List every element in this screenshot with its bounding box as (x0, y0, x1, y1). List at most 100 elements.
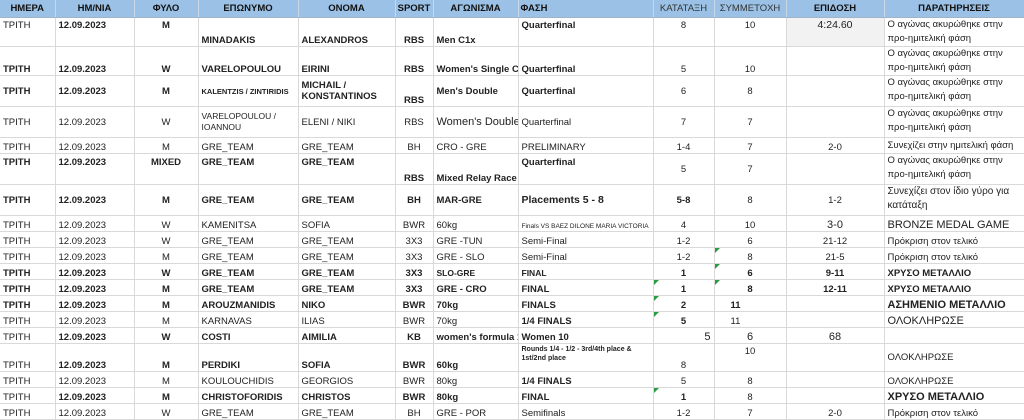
cell-surname[interactable]: KOULOUCHIDIS (198, 371, 299, 388)
cell-surname[interactable]: VARELOPOULOU (198, 46, 299, 76)
cell-surname[interactable]: PERDIKI (198, 343, 299, 372)
cell-event[interactable]: SLO-GRE (433, 263, 519, 280)
cell-notes[interactable]: ΟΛΟΚΛΗΡΩΣΕ (884, 311, 1024, 328)
table-row[interactable]: ΤΡΙΤΗ 12.09.2023 M AROUZMANIDIS NIKO BWR… (0, 295, 1024, 312)
cell-notes[interactable]: BRONZE MEDAL GAME (884, 215, 1024, 232)
cell-performance[interactable]: 4:24.60 (786, 17, 885, 47)
cell-participation[interactable]: 7 (714, 403, 787, 420)
cell-notes[interactable]: Ο αγώνας ακυρώθηκε στην προ-ημιτελική φά… (884, 17, 1024, 47)
cell-phase[interactable]: FINAL (518, 263, 654, 280)
comment-marker[interactable] (653, 280, 659, 285)
table-row[interactable]: ΤΡΙΤΗ 12.09.2023 M GRE_TEAM GRE_TEAM 3X3… (0, 279, 1024, 296)
cell-sport[interactable]: BH (395, 403, 434, 420)
cell-day[interactable]: ΤΡΙΤΗ (0, 343, 56, 372)
cell-notes[interactable]: Ο αγώνας ακυρώθηκε στην προ-ημιτελική φά… (884, 46, 1024, 76)
cell-day[interactable]: ΤΡΙΤΗ (0, 279, 56, 296)
cell-phase[interactable]: Placements 5 - 8 (518, 184, 654, 216)
cell-name[interactable]: MICHAIL / KONSTANTINOS (298, 75, 396, 107)
cell-surname[interactable]: GRE_TEAM (198, 137, 299, 154)
cell-gender[interactable]: M (134, 387, 199, 404)
cell-name[interactable]: EIRINI (298, 46, 396, 76)
cell-sport[interactable]: BWR (395, 387, 434, 404)
cell-sport[interactable]: RBS (395, 153, 434, 185)
cell-surname[interactable]: GRE_TEAM (198, 231, 299, 248)
cell-event[interactable]: GRE -TUN (433, 231, 519, 248)
table-row[interactable]: ΤΡΙΤΗ 12.09.2023 M GRE_TEAM GRE_TEAM BH … (0, 137, 1024, 154)
cell-participation[interactable]: 7 (714, 153, 787, 185)
cell-date[interactable]: 12.09.2023 (55, 17, 135, 47)
cell-performance[interactable]: 2-0 (786, 137, 885, 154)
table-row[interactable]: ΤΡΙΤΗ 12.09.2023 W VARELOPOULOU / IOANNO… (0, 106, 1024, 138)
cell-notes[interactable]: Συνεχίζει στον ίδιο γύρο για κατάταξη (884, 184, 1024, 216)
cell-day[interactable]: ΤΡΙΤΗ (0, 46, 56, 76)
cell-day[interactable]: ΤΡΙΤΗ (0, 403, 56, 420)
cell-performance[interactable]: 21-5 (786, 247, 885, 264)
cell-gender[interactable]: W (134, 231, 199, 248)
cell-performance[interactable]: 9-11 (786, 263, 885, 280)
cell-participation[interactable]: 6 (714, 263, 787, 280)
cell-rank[interactable]: 5 (653, 327, 715, 344)
cell-gender[interactable]: M (134, 279, 199, 296)
cell-date[interactable]: 12.09.2023 (55, 46, 135, 76)
table-row[interactable]: ΤΡΙΤΗ 12.09.2023 MIXED GRE_TEAM GRE_TEAM… (0, 153, 1024, 185)
cell-notes[interactable]: Πρόκριση στον τελικό (884, 403, 1024, 420)
cell-participation[interactable]: 8 (714, 387, 787, 404)
table-row[interactable]: ΤΡΙΤΗ 12.09.2023 M GRE_TEAM GRE_TEAM 3X3… (0, 247, 1024, 264)
cell-surname[interactable]: GRE_TEAM (198, 247, 299, 264)
cell-sport[interactable]: 3X3 (395, 231, 434, 248)
cell-participation[interactable]: 6 (714, 231, 787, 248)
cell-event[interactable]: 70kg (433, 295, 519, 312)
cell-name[interactable]: GRE_TEAM (298, 184, 396, 216)
cell-date[interactable]: 12.09.2023 (55, 263, 135, 280)
cell-day[interactable]: ΤΡΙΤΗ (0, 17, 56, 47)
cell-rank[interactable]: 5 (653, 371, 715, 388)
cell-notes[interactable]: Πρόκριση στον τελικό (884, 231, 1024, 248)
comment-marker[interactable] (714, 248, 720, 253)
cell-event[interactable]: 60kg (433, 343, 519, 372)
cell-notes[interactable]: Ο αγώνας ακυρώθηκε στην προ-ημιτελική φά… (884, 106, 1024, 138)
cell-sport[interactable]: BWR (395, 295, 434, 312)
cell-participation[interactable]: 7 (714, 137, 787, 154)
cell-event[interactable]: 80kg (433, 371, 519, 388)
cell-name[interactable]: GRE_TEAM (298, 403, 396, 420)
cell-notes[interactable]: ΧΡΥΣΟ ΜΕΤΑΛΛΙΟ (884, 263, 1024, 280)
cell-surname[interactable]: COSTI (198, 327, 299, 344)
cell-performance[interactable]: 3-0 (786, 215, 885, 232)
cell-rank[interactable]: 4 (653, 215, 715, 232)
cell-phase[interactable]: Quarterfinal (518, 153, 654, 185)
cell-event[interactable]: 80kg (433, 387, 519, 404)
cell-rank[interactable]: 6 (653, 75, 715, 107)
cell-event[interactable]: Women's Double (433, 106, 519, 138)
cell-event[interactable]: women's formula 1 (433, 327, 519, 344)
cell-day[interactable]: ΤΡΙΤΗ (0, 106, 56, 138)
cell-date[interactable]: 12.09.2023 (55, 327, 135, 344)
header-surname[interactable]: ΕΠΩΝΥΜΟ (198, 0, 299, 18)
cell-date[interactable]: 12.09.2023 (55, 75, 135, 107)
cell-day[interactable]: ΤΡΙΤΗ (0, 387, 56, 404)
table-row[interactable]: ΤΡΙΤΗ 12.09.2023 M CHRISTOFORIDIS CHRIST… (0, 387, 1024, 404)
cell-gender[interactable]: W (134, 106, 199, 138)
cell-notes[interactable]: ΟΛΟΚΛΗΡΩΣΕ (884, 343, 1024, 372)
cell-participation[interactable]: 11 (714, 311, 787, 328)
table-row[interactable]: ΤΡΙΤΗ 12.09.2023 W GRE_TEAM GRE_TEAM BH … (0, 403, 1024, 420)
cell-notes[interactable]: ΟΛΟΚΛΗΡΩΣΕ (884, 371, 1024, 388)
cell-phase[interactable]: FINAL (518, 279, 654, 296)
cell-rank[interactable]: 5 (653, 46, 715, 76)
cell-gender[interactable]: M (134, 75, 199, 107)
cell-performance[interactable]: 21-12 (786, 231, 885, 248)
cell-participation[interactable]: 10 (714, 46, 787, 76)
cell-name[interactable]: GRE_TEAM (298, 247, 396, 264)
cell-rank[interactable]: 1 (653, 263, 715, 280)
table-row[interactable]: ΤΡΙΤΗ 12.09.2023 M KARNAVAS ILIAS BWR 70… (0, 311, 1024, 328)
cell-event[interactable]: Women's Single C1x (433, 46, 519, 76)
cell-sport[interactable]: BH (395, 137, 434, 154)
cell-performance[interactable]: 1-2 (786, 184, 885, 216)
cell-performance[interactable] (786, 153, 885, 185)
cell-surname[interactable]: CHRISTOFORIDIS (198, 387, 299, 404)
header-rank[interactable]: ΚΑΤΑΤΑΞΗ (653, 0, 715, 18)
cell-phase[interactable]: Women 10 (518, 327, 654, 344)
cell-phase[interactable]: FINALS (518, 295, 654, 312)
cell-gender[interactable]: MIXED (134, 153, 199, 185)
cell-rank[interactable]: 8 (653, 17, 715, 47)
cell-day[interactable]: ΤΡΙΤΗ (0, 75, 56, 107)
